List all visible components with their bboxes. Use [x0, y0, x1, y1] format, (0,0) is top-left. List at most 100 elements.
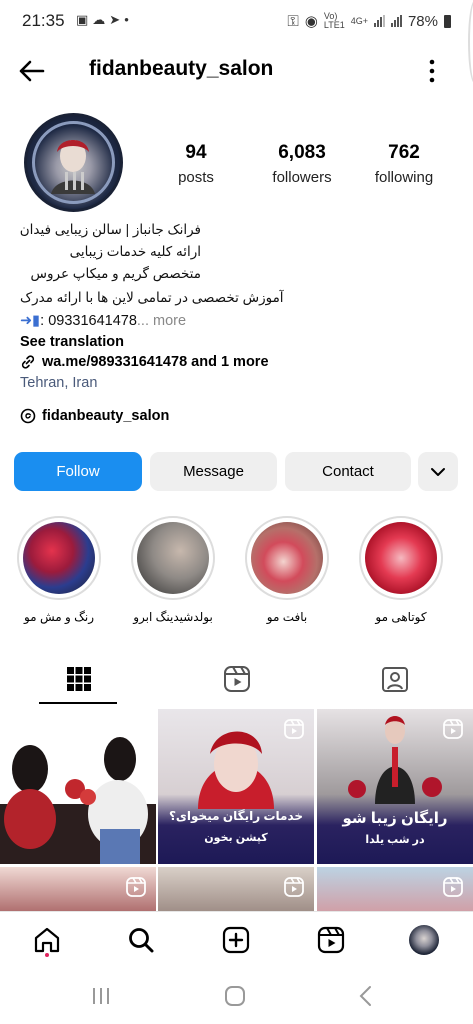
reel-badge-icon — [126, 719, 146, 739]
grid-icon — [66, 667, 91, 691]
volte-indicator: Vo) LTE1 — [323, 11, 345, 30]
battery-percent: 78% — [407, 12, 438, 30]
posts-label: posts — [178, 169, 214, 186]
tab-reels[interactable] — [158, 656, 315, 702]
active-tab-indicator — [39, 702, 117, 704]
profile-username: fidanbeauty_salon — [89, 57, 274, 80]
status-right-icons: ⚿ ◉ Vo) LTE1 4G+ 78% — [287, 12, 451, 30]
nav-create[interactable] — [220, 924, 252, 956]
nav-reels[interactable] — [315, 924, 347, 956]
bio-link-text: wa.me/989331641478 and 1 more — [42, 354, 269, 370]
bio-link[interactable]: wa.me/989331641478 and 1 more — [20, 354, 269, 370]
threads-handle: fidanbeauty_salon — [42, 408, 170, 424]
contact-button[interactable]: Contact — [285, 452, 411, 491]
posts-value: 94 — [185, 142, 207, 163]
image-icon: ▣ — [76, 12, 93, 27]
highlight-braid[interactable]: بافت مو — [242, 516, 332, 624]
highlight-ring — [131, 516, 215, 600]
following-label: following — [374, 169, 434, 186]
post-caption-line-1: رایگان زیبا شو — [342, 810, 448, 827]
message-button[interactable]: Message — [150, 452, 277, 491]
bio-line-2: ارائه کلیه خدمات زیبایی — [69, 244, 201, 259]
followers-count[interactable]: 6,083 followers — [262, 142, 342, 186]
highlight-ring — [245, 516, 329, 600]
following-count[interactable]: 762 following — [367, 142, 441, 186]
tagged-icon — [381, 667, 408, 692]
bio-phone-number: : 09331641478 — [40, 313, 137, 329]
search-icon — [129, 928, 154, 953]
see-translation-link[interactable]: See translation — [20, 334, 124, 350]
suggested-accounts-button[interactable] — [418, 452, 458, 491]
bio-line-3: متخصص گریم و میکاپ عروس — [30, 266, 202, 281]
highlight-label: رنگ و مش مو — [23, 610, 95, 624]
nav-search[interactable] — [125, 924, 157, 956]
tab-posts-grid[interactable] — [0, 656, 157, 702]
post-caption-line-2: در شب یلدا — [365, 834, 425, 846]
cloud-icon: ☁ — [92, 12, 110, 27]
bio-line-4: آموزش تخصصی در تمامی لاین ها با ارائه مد… — [20, 290, 284, 305]
chevron-down-icon — [431, 467, 445, 476]
reel-badge-icon — [443, 719, 463, 739]
post-thumbnail[interactable]: خدمات رایگان میخوای؟ کپشن بخون — [158, 709, 314, 864]
highlight-label: کوتاهی مو — [375, 610, 427, 624]
back-button[interactable] — [16, 56, 52, 86]
android-navigation-bar — [0, 967, 473, 1024]
profile-avatar[interactable] — [24, 113, 123, 212]
highlight-image — [23, 522, 95, 594]
post-thumbnail[interactable] — [317, 867, 473, 911]
post-thumbnail[interactable] — [0, 867, 156, 911]
dot-icon: • — [124, 12, 133, 27]
location-text[interactable]: Tehran, Iran — [20, 375, 97, 391]
create-icon — [222, 926, 250, 954]
reel-badge-icon — [126, 877, 146, 897]
highlight-hair-color[interactable]: رنگ و مش مو — [14, 516, 104, 624]
bottom-navigation — [0, 911, 473, 968]
telegram-icon: ➤ — [109, 12, 125, 27]
phone-emoji-icon: ➜▮ — [20, 313, 41, 329]
signal-icon-2 — [390, 15, 402, 27]
network-type: 4G+ — [350, 15, 368, 26]
highlight-image — [137, 522, 209, 594]
reel-badge-icon — [284, 877, 304, 897]
reel-badge-icon — [443, 877, 463, 897]
home-icon — [34, 927, 60, 953]
nav-home[interactable] — [31, 924, 63, 956]
highlight-eyebrow[interactable]: بولدشیدینگ ابرو — [128, 516, 218, 624]
threads-icon — [20, 408, 36, 424]
followers-label: followers — [272, 169, 332, 186]
reels-icon — [223, 666, 250, 692]
status-left-icons: ▣☁➤• — [76, 12, 133, 28]
home-button-icon[interactable] — [224, 985, 246, 1007]
home-notification-dot — [45, 953, 49, 957]
more-options-button[interactable] — [420, 58, 444, 84]
highlight-label: بافت مو — [266, 610, 308, 624]
posts-count: 94 posts — [166, 142, 226, 186]
link-icon — [21, 355, 35, 369]
bio-more-link[interactable]: ... more — [137, 313, 186, 329]
threads-badge[interactable]: fidanbeauty_salon — [20, 408, 169, 424]
hotspot-icon: ◉ — [304, 13, 318, 30]
highlight-ring — [359, 516, 443, 600]
battery-icon — [444, 14, 451, 28]
post-thumbnail[interactable] — [158, 867, 314, 911]
recent-apps-icon[interactable] — [91, 986, 111, 1006]
post-caption-line-2: کپشن بخون — [204, 832, 268, 844]
follow-button[interactable]: Follow — [14, 452, 142, 491]
highlight-image — [365, 522, 437, 594]
tab-tagged[interactable] — [316, 656, 473, 702]
highlight-haircut[interactable]: کوتاهی مو — [356, 516, 446, 624]
signal-icon — [373, 15, 385, 27]
reel-badge-icon — [284, 719, 304, 739]
avatar-photo — [32, 121, 115, 204]
nav-profile[interactable] — [408, 924, 440, 956]
bio-phone-line: ➜▮: 09331641478... more — [20, 313, 186, 329]
followers-value: 6,083 — [278, 142, 326, 163]
post-caption-line-1: خدمات رایگان میخوای؟ — [168, 809, 304, 823]
status-time: 21:35 — [22, 11, 65, 30]
bio-line-1: فرانک جانباز | سالن زیبایی فیدان — [19, 222, 201, 237]
post-thumbnail[interactable] — [0, 709, 156, 864]
back-nav-icon[interactable] — [358, 985, 374, 1007]
highlight-label: بولدشیدینگ ابرو — [133, 610, 213, 624]
post-thumbnail[interactable]: رایگان زیبا شو در شب یلدا — [317, 709, 473, 864]
reels-icon — [317, 926, 345, 954]
